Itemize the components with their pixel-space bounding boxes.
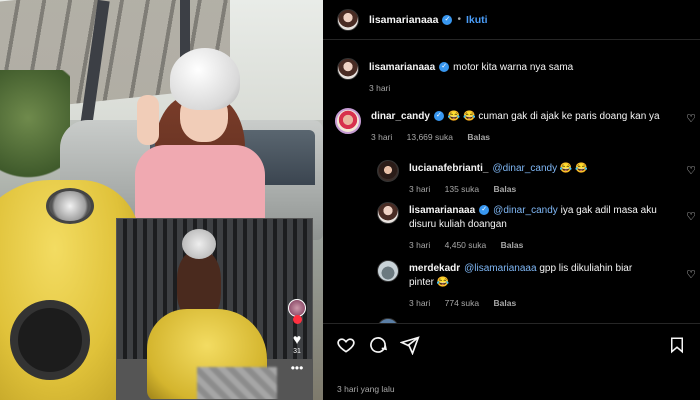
comment-mention[interactable]: @lisamarianaaa xyxy=(464,263,536,274)
reply-button[interactable]: Balas xyxy=(494,184,517,194)
follow-button[interactable]: Ikuti xyxy=(466,14,488,26)
comment-text: 😂 😂 cuman gak di ajak ke paris doang kan… xyxy=(447,111,660,122)
comment-time: 3 hari xyxy=(371,132,393,142)
caption-row: lisamarianaaa ✓ motor kita warna nya sama … xyxy=(337,58,659,95)
reel-action-rail: ♥ 31 ••• xyxy=(288,299,306,374)
comment-avatar[interactable] xyxy=(335,108,361,134)
comment-bubble-icon[interactable] xyxy=(367,334,389,356)
comment-avatar[interactable] xyxy=(377,160,399,182)
share-send-icon[interactable] xyxy=(399,334,421,356)
comment-username[interactable]: dinar_candy xyxy=(371,111,430,122)
comment-likes[interactable]: 135 suka xyxy=(445,184,480,194)
reply-button[interactable]: Balas xyxy=(467,132,490,142)
reel-helmet xyxy=(182,229,216,259)
comment-like-heart-icon[interactable]: ♡ xyxy=(686,164,696,177)
comment-row: dinar_candy ✓ 😂 😂 cuman gak di ajak ke par… xyxy=(335,108,700,144)
caption-username[interactable]: lisamarianaaa xyxy=(369,62,435,73)
photo-person xyxy=(125,40,265,240)
comment-mention[interactable]: @dinar_candy xyxy=(492,163,557,174)
comment-like-heart-icon[interactable]: ♡ xyxy=(686,112,696,125)
header-separator: • xyxy=(457,14,461,25)
verified-badge-icon: ✓ xyxy=(479,205,490,216)
comment-time: 3 hari xyxy=(409,298,431,308)
comment-mention[interactable]: @dinar_candy xyxy=(493,205,558,216)
comment-like-heart-icon[interactable]: ♡ xyxy=(686,268,696,281)
photo-scooter-wheel xyxy=(10,300,90,380)
post-header: lisamarianaaa ✓ • Ikuti xyxy=(323,0,700,40)
post-actions: 3 hari yang lalu xyxy=(323,323,700,400)
comment-likes[interactable]: 13,669 suka xyxy=(407,132,453,142)
reel-heart-icon[interactable]: ♥ xyxy=(293,332,301,346)
bookmark-icon[interactable] xyxy=(666,334,688,356)
comment-likes[interactable]: 4,450 suka xyxy=(445,240,487,250)
photo-hand xyxy=(137,95,159,145)
embedded-reel[interactable]: ♥ 31 ••• xyxy=(116,218,313,400)
comment-username[interactable]: lisamarianaaa xyxy=(409,205,475,216)
comment-likes[interactable]: 774 suka xyxy=(445,298,480,308)
comment-avatar[interactable] xyxy=(377,260,399,282)
reel-like-count: 31 xyxy=(293,348,301,355)
reply-button[interactable]: Balas xyxy=(494,298,517,308)
post-photo[interactable]: ♥ 31 ••• xyxy=(0,0,323,400)
verified-badge-icon: ✓ xyxy=(433,111,444,122)
comment-row: lucianafebrianti_ @dinar_candy 😂 😂 3 hari… xyxy=(377,160,700,196)
comment-time: 3 hari xyxy=(409,240,431,250)
caption-time: 3 hari xyxy=(369,83,391,93)
comments-list[interactable]: lisamarianaaa ✓ motor kita warna nya sama … xyxy=(323,40,700,323)
comment-text: 😂 😂 xyxy=(559,163,588,174)
comment-username[interactable]: lucianafebrianti_ xyxy=(409,163,488,174)
comment-row: lisamarianaaa ✓ @dinar_candy iya gak adil … xyxy=(377,202,700,252)
comment-time: 3 hari xyxy=(409,184,431,194)
post-time: 3 hari yang lalu xyxy=(337,384,395,394)
photo-scooter-lamp xyxy=(46,188,94,224)
author-avatar[interactable] xyxy=(337,8,359,31)
like-heart-icon[interactable] xyxy=(335,334,357,356)
reel-more-icon[interactable]: ••• xyxy=(291,362,304,374)
verified-badge-icon: ✓ xyxy=(439,62,450,73)
reel-blurred-plate xyxy=(197,367,277,399)
caption-text: motor kita warna nya sama xyxy=(453,62,574,73)
reel-follow-badge[interactable] xyxy=(292,315,302,324)
photo-helmet xyxy=(170,48,240,110)
author-username[interactable]: lisamarianaaa xyxy=(369,14,438,26)
comment-like-heart-icon[interactable]: ♡ xyxy=(686,210,696,223)
verified-badge-icon: ✓ xyxy=(442,14,453,25)
comment-row: merdekadr @lisamarianaaa gpp lis dikuliah… xyxy=(377,260,700,310)
comment-avatar[interactable] xyxy=(377,202,399,224)
comment-username[interactable]: merdekadr xyxy=(409,263,460,274)
reply-button[interactable]: Balas xyxy=(501,240,524,250)
caption-avatar[interactable] xyxy=(337,58,359,80)
comments-panel: lisamarianaaa ✓ • Ikuti lisamarianaaa ✓ mo… xyxy=(323,0,700,400)
